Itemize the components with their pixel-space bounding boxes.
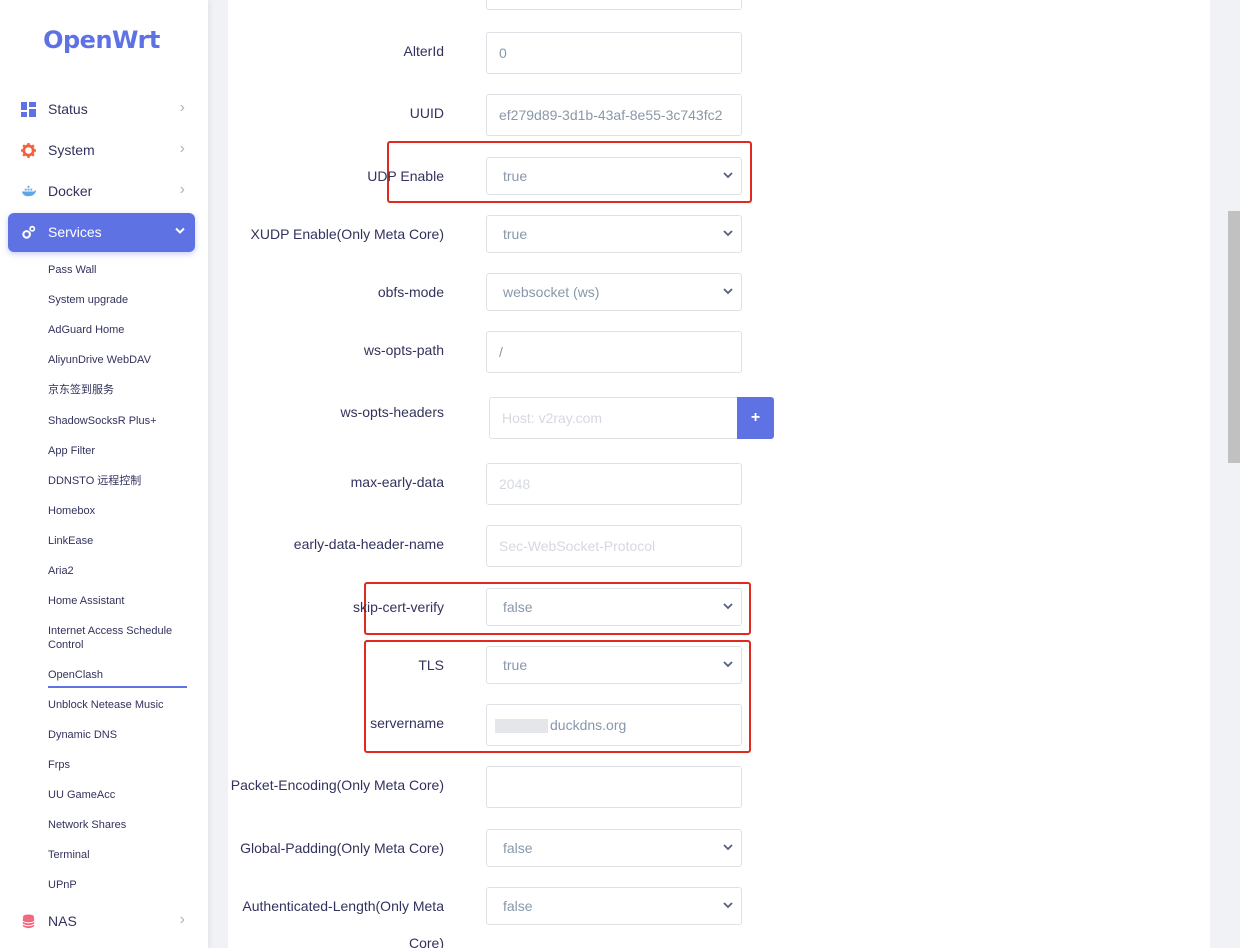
field-label: Core) bbox=[408, 935, 444, 948]
select-value: false bbox=[503, 898, 533, 914]
menu-nas[interactable]: NAS › bbox=[8, 902, 195, 941]
field-label: XUDP Enable(Only Meta Core) bbox=[250, 226, 444, 242]
chevron-down-icon bbox=[723, 172, 733, 179]
submenu-item[interactable]: Terminal bbox=[48, 848, 188, 862]
submenu-item[interactable]: DDNSTO 远程控制 bbox=[48, 474, 188, 488]
field-label: Authenticated-Length(Only Meta bbox=[242, 898, 444, 914]
select-value: true bbox=[503, 168, 528, 184]
chevron-right-icon: › bbox=[179, 911, 185, 928]
menu-status[interactable]: Status › bbox=[8, 90, 195, 129]
submenu-item[interactable]: Home Assistant bbox=[48, 594, 188, 608]
submenu-item[interactable]: Pass Wall bbox=[48, 263, 188, 277]
field-label: obfs-mode bbox=[377, 284, 444, 300]
database-icon bbox=[22, 914, 35, 929]
menu-services[interactable]: Services bbox=[8, 213, 195, 252]
chevron-down-icon bbox=[175, 227, 185, 234]
servername-value: duckdns.org bbox=[550, 717, 627, 733]
settings-form: AlterId 0 UUID ef279d89-3d1b-43af-8e55-3… bbox=[228, 0, 1210, 948]
submenu-item[interactable]: 京东签到服务 bbox=[48, 383, 188, 397]
select-value: false bbox=[503, 599, 533, 615]
chevron-right-icon: › bbox=[179, 181, 185, 198]
ws-opts-headers-input[interactable]: Host: v2ray.com bbox=[489, 397, 738, 439]
field-label: Packet-Encoding(Only Meta Core) bbox=[230, 777, 444, 793]
docker-whale-icon bbox=[21, 185, 36, 197]
submenu-item[interactable]: AliyunDrive WebDAV bbox=[48, 353, 188, 367]
skip-cert-verify-select[interactable]: false bbox=[486, 588, 742, 626]
submenu-item[interactable]: AdGuard Home bbox=[48, 323, 188, 337]
sidebar: OpenWrt Status › System › Docker › Servi… bbox=[0, 0, 208, 948]
select-value: true bbox=[503, 657, 528, 673]
xudp-enable-select[interactable]: true bbox=[486, 215, 742, 253]
menu-label: System bbox=[48, 142, 95, 158]
submenu-item[interactable]: Unblock Netease Music bbox=[48, 698, 188, 712]
submenu-item[interactable]: Frps bbox=[48, 758, 188, 772]
global-padding-select[interactable]: false bbox=[486, 829, 742, 867]
field-label: Global-Padding(Only Meta Core) bbox=[240, 840, 444, 856]
authenticated-length-select[interactable]: false bbox=[486, 887, 742, 925]
field-cut-off[interactable] bbox=[486, 0, 742, 10]
submenu-item[interactable]: Network Shares bbox=[48, 818, 188, 832]
menu-label: Services bbox=[48, 224, 102, 240]
submenu-item[interactable]: UPnP bbox=[48, 878, 188, 892]
submenu-item[interactable]: Internet Access Schedule Control bbox=[48, 624, 188, 652]
field-label: ws-opts-headers bbox=[340, 404, 445, 420]
field-label: UDP Enable bbox=[367, 168, 444, 184]
redacted-text bbox=[495, 719, 548, 734]
gear-icon bbox=[21, 143, 36, 158]
submenu-item[interactable]: LinkEase bbox=[48, 534, 188, 548]
field-label: ws-opts-path bbox=[363, 342, 444, 358]
packet-encoding-input[interactable] bbox=[486, 766, 742, 808]
early-data-header-name-input[interactable]: Sec-WebSocket-Protocol bbox=[486, 525, 742, 567]
alterid-input[interactable]: 0 bbox=[486, 32, 742, 74]
submenu-item[interactable]: Dynamic DNS bbox=[48, 728, 188, 742]
logo: OpenWrt bbox=[43, 26, 160, 54]
dashboard-icon bbox=[21, 102, 36, 117]
select-value: true bbox=[503, 226, 528, 242]
chevron-right-icon: › bbox=[179, 99, 185, 116]
menu-label: NAS bbox=[48, 913, 77, 929]
select-value: false bbox=[503, 840, 533, 856]
chevron-right-icon: › bbox=[179, 140, 185, 157]
udp-enable-select[interactable]: true bbox=[486, 157, 742, 195]
field-label: TLS bbox=[418, 657, 444, 673]
add-header-button[interactable]: + bbox=[737, 397, 774, 439]
field-label: early-data-header-name bbox=[293, 536, 444, 552]
chevron-down-icon bbox=[723, 288, 733, 295]
ws-opts-path-input[interactable]: / bbox=[486, 331, 742, 373]
menu-label: Docker bbox=[48, 183, 93, 199]
menu-system[interactable]: System › bbox=[8, 131, 195, 170]
chevron-down-icon bbox=[723, 844, 733, 851]
menu-docker[interactable]: Docker › bbox=[8, 172, 195, 211]
field-label: max-early-data bbox=[350, 474, 444, 490]
submenu-item[interactable]: Aria2 bbox=[48, 564, 188, 578]
servername-input[interactable]: duckdns.org bbox=[486, 704, 742, 746]
scrollbar-thumb[interactable] bbox=[1228, 211, 1240, 463]
field-label: servername bbox=[370, 715, 444, 731]
menu-label: Status bbox=[48, 101, 88, 117]
tls-select[interactable]: true bbox=[486, 646, 742, 684]
max-early-data-input[interactable]: 2048 bbox=[486, 463, 742, 505]
cogs-icon bbox=[22, 225, 36, 239]
uuid-input[interactable]: ef279d89-3d1b-43af-8e55-3c743fc2 bbox=[486, 94, 742, 136]
submenu-item[interactable]: App Filter bbox=[48, 444, 188, 458]
field-label: AlterId bbox=[403, 43, 444, 59]
select-value: websocket (ws) bbox=[503, 284, 600, 300]
submenu-item[interactable]: Homebox bbox=[48, 504, 188, 518]
submenu-item[interactable]: ShadowSocksR Plus+ bbox=[48, 414, 188, 428]
obfs-mode-select[interactable]: websocket (ws) bbox=[486, 273, 742, 311]
field-label: UUID bbox=[409, 105, 444, 121]
submenu-item[interactable]: OpenClash bbox=[48, 668, 187, 688]
chevron-down-icon bbox=[723, 661, 733, 668]
submenu-item[interactable]: System upgrade bbox=[48, 293, 188, 307]
chevron-down-icon bbox=[723, 902, 733, 909]
submenu-item[interactable]: UU GameAcc bbox=[48, 788, 188, 802]
field-label: skip-cert-verify bbox=[352, 599, 444, 615]
chevron-down-icon bbox=[723, 230, 733, 237]
chevron-down-icon bbox=[723, 603, 733, 610]
